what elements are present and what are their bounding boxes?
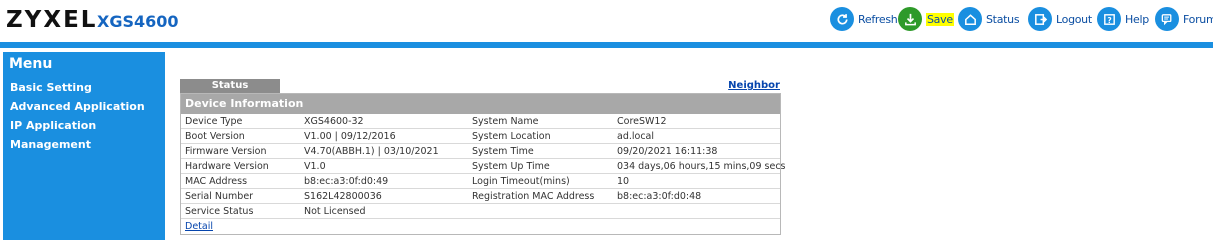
device-info-panel: Device Information Device Type XGS4600-3… [180, 93, 786, 235]
download-icon [898, 7, 922, 31]
menu-title: Menu [9, 56, 53, 72]
status-button[interactable]: Status [958, 7, 1020, 31]
save-button[interactable]: Save [898, 7, 954, 31]
row-value: 10 [617, 176, 630, 187]
row-key: Firmware Version [185, 146, 267, 157]
sidebar-item-basic-setting[interactable]: Basic Setting [10, 81, 92, 94]
row-key: Service Status [185, 206, 254, 217]
row-value: V4.70(ABBH.1) | 03/10/2021 [304, 146, 439, 157]
tab-status[interactable]: Status [180, 79, 280, 93]
svg-text:?: ? [1107, 15, 1111, 24]
refresh-label: Refresh [858, 12, 898, 26]
table-row: MAC Address b8:ec:a3:0f:d0:49 Login Time… [181, 174, 780, 189]
save-label: Save [926, 12, 954, 26]
row-value: 034 days,06 hours,15 mins,09 secs [617, 161, 786, 172]
row-key: Login Timeout(mins) [472, 176, 570, 187]
row-key: Serial Number [185, 191, 254, 202]
row-key: Hardware Version [185, 161, 269, 172]
row-key: System Location [472, 131, 551, 142]
logout-icon [1028, 7, 1052, 31]
section-title: Device Information [181, 94, 780, 114]
row-key: Registration MAC Address [472, 191, 595, 202]
row-key: System Name [472, 116, 539, 127]
table-row: Device Type XGS4600-32 System Name CoreS… [181, 114, 780, 129]
sidebar-item-ip-application[interactable]: IP Application [10, 119, 96, 132]
logout-button[interactable]: Logout [1028, 7, 1092, 31]
home-icon [958, 7, 982, 31]
header-bar: ZYXEL XGS4600 Refresh Save Status Logout… [0, 0, 1213, 42]
sidebar-item-management[interactable]: Management [10, 138, 91, 151]
header-divider [0, 42, 1213, 48]
row-value: b8:ec:a3:0f:d0:48 [617, 191, 702, 202]
row-value: 09/20/2021 16:11:38 [617, 146, 718, 157]
table-row: Boot Version V1.00 | 09/12/2016 System L… [181, 129, 780, 144]
zyxel-logo: ZYXEL [6, 7, 98, 33]
help-icon: ? [1097, 7, 1121, 31]
table-row: Detail [181, 219, 780, 234]
table-row: Serial Number S162L42800036 Registration… [181, 189, 780, 204]
refresh-icon [830, 7, 854, 31]
row-value: CoreSW12 [617, 116, 667, 127]
row-value: V1.0 [304, 161, 326, 172]
help-label: Help [1125, 12, 1149, 26]
table-row: Hardware Version V1.0 System Up Time 034… [181, 159, 786, 174]
table-row: Service Status Not Licensed [181, 204, 780, 219]
neighbor-link[interactable]: Neighbor [705, 80, 780, 91]
detail-link[interactable]: Detail [185, 219, 213, 234]
sidebar-menu: Menu Basic Setting Advanced Application … [3, 52, 165, 240]
row-value: ad.local [617, 131, 655, 142]
row-value: b8:ec:a3:0f:d0:49 [304, 176, 389, 187]
forum-button[interactable]: Forum [1155, 7, 1213, 31]
row-key: System Up Time [472, 161, 550, 172]
row-key: Boot Version [185, 131, 245, 142]
status-label: Status [986, 12, 1020, 26]
row-key: MAC Address [185, 176, 248, 187]
row-key: Device Type [185, 116, 243, 127]
refresh-button[interactable]: Refresh [830, 7, 898, 31]
row-value: S162L42800036 [304, 191, 382, 202]
sidebar-item-advanced-application[interactable]: Advanced Application [10, 100, 145, 113]
forum-label: Forum [1183, 12, 1213, 26]
forum-icon [1155, 7, 1179, 31]
row-value: Not Licensed [304, 206, 366, 217]
row-value: XGS4600-32 [304, 116, 364, 127]
row-key: System Time [472, 146, 534, 157]
logout-label: Logout [1056, 12, 1092, 26]
row-value: V1.00 | 09/12/2016 [304, 131, 396, 142]
help-button[interactable]: ? Help [1097, 7, 1149, 31]
table-row: Firmware Version V4.70(ABBH.1) | 03/10/2… [181, 144, 780, 159]
model-name: XGS4600 [97, 12, 179, 31]
